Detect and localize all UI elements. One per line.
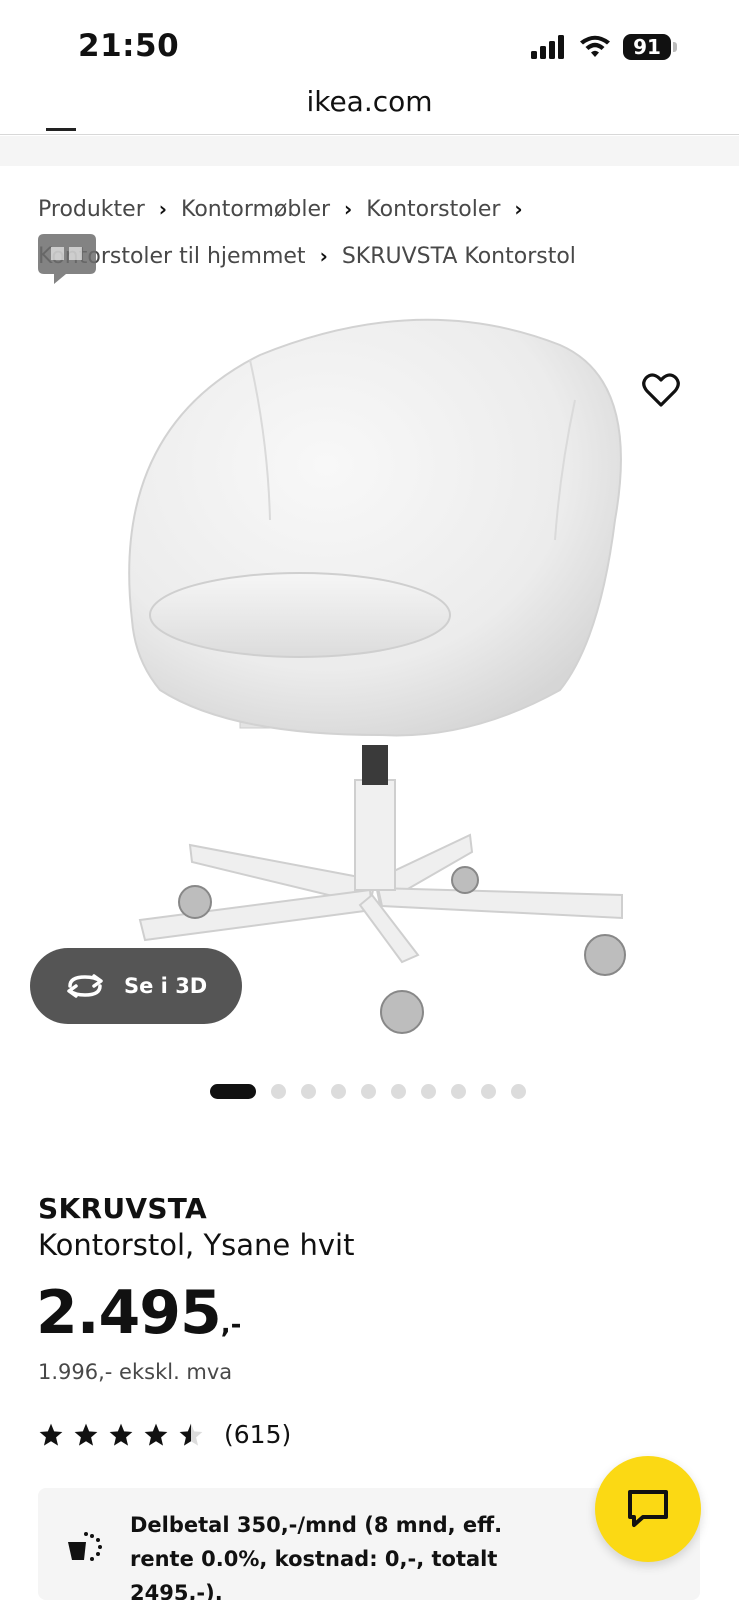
wifi-icon	[580, 35, 610, 57]
signal-icon	[531, 35, 564, 59]
chat-icon	[628, 1490, 668, 1527]
see-in-3d-button[interactable]: Se i 3D	[30, 948, 242, 1024]
chevron-right-icon: ›	[158, 197, 168, 221]
breadcrumb-item-kontormobler[interactable]: Kontormøbler	[181, 197, 330, 222]
status-time: 21:50	[78, 28, 180, 64]
price-suffix: ,-	[220, 1310, 242, 1340]
carousel-dot[interactable]	[511, 1084, 526, 1099]
carousel-dot[interactable]	[271, 1084, 286, 1099]
carousel-dot[interactable]	[391, 1084, 406, 1099]
star-icon	[144, 1423, 168, 1446]
menu-icon[interactable]	[46, 128, 76, 131]
star-icon	[39, 1423, 63, 1446]
financing-text: Delbetal 350,-/mnd (8 mnd, eff. rente 0.…	[130, 1513, 503, 1600]
rating-stars	[38, 1422, 204, 1448]
carousel-dot[interactable]	[301, 1084, 316, 1099]
chat-button[interactable]	[595, 1456, 701, 1562]
chevron-right-icon: ›	[344, 197, 353, 221]
divider	[0, 134, 739, 135]
heart-icon[interactable]	[641, 370, 681, 410]
payment-icon	[68, 1532, 102, 1561]
breadcrumb-item-current[interactable]: SKRUVSTA Kontorstol	[342, 244, 576, 269]
address-bar[interactable]: ikea.com	[0, 82, 739, 134]
battery-tip	[673, 42, 677, 52]
feedback-bubble-icon[interactable]	[38, 234, 96, 286]
url-text: ikea.com	[306, 85, 433, 118]
breadcrumb: Produkter › Kontormøbler › Kontorstoler › Kon…	[38, 186, 718, 280]
breadcrumb-item-produkter[interactable]: Produkter	[38, 197, 145, 222]
carousel-dot[interactable]	[361, 1084, 376, 1099]
carousel-dot[interactable]	[331, 1084, 346, 1099]
carousel-dot-active[interactable]	[210, 1084, 256, 1099]
battery-indicator: 91	[623, 34, 677, 60]
chevron-right-icon: ›	[319, 244, 328, 268]
chevron-right-icon: ›	[514, 197, 523, 221]
carousel-indicator	[210, 1084, 526, 1099]
carousel-dot[interactable]	[451, 1084, 466, 1099]
price-ex-vat: 1.996,- ekskl. mva	[38, 1360, 233, 1384]
carousel-dot[interactable]	[481, 1084, 496, 1099]
status-bar: 21:50 91	[0, 0, 739, 92]
product-name: SKRUVSTA	[38, 1192, 207, 1225]
product-image[interactable]	[0, 300, 739, 1060]
half-star-icon	[179, 1423, 203, 1446]
battery-level: 91	[623, 34, 671, 60]
see-in-3d-label: Se i 3D	[124, 974, 208, 998]
price-main: 2.495	[36, 1278, 222, 1348]
status-icons: 91	[531, 34, 677, 60]
price: 2.495,-	[36, 1278, 241, 1348]
breadcrumb-item-kontorstoler[interactable]: Kontorstoler	[366, 197, 500, 222]
star-icon	[109, 1423, 133, 1446]
rotate-3d-icon	[67, 974, 103, 998]
carousel-dot[interactable]	[421, 1084, 436, 1099]
header-band	[0, 136, 739, 166]
rating[interactable]: (615)	[38, 1420, 291, 1449]
rating-count: (615)	[224, 1420, 292, 1449]
product-description: Kontorstol, Ysane hvit	[38, 1228, 355, 1262]
star-icon	[74, 1423, 98, 1446]
